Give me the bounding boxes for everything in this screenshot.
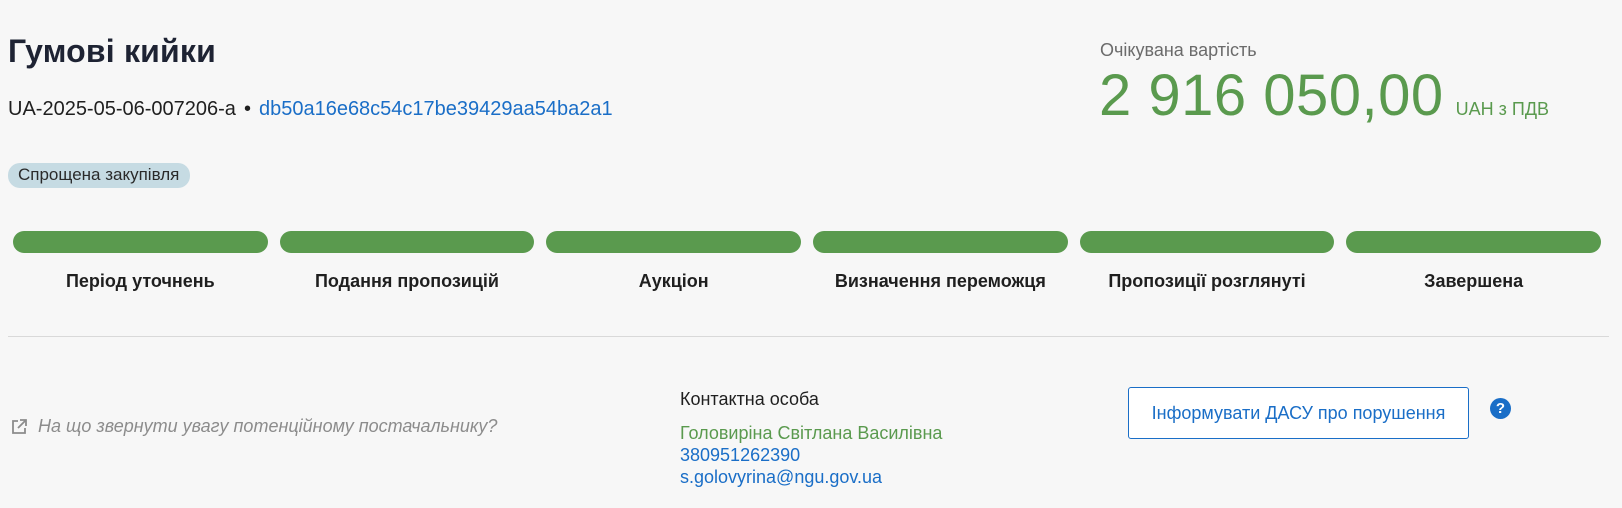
step-progress-bar: [1079, 231, 1335, 253]
contact-phone-link[interactable]: 380951262390: [680, 444, 942, 466]
step-label: Завершена: [1424, 271, 1524, 291]
external-link-icon: [10, 418, 28, 436]
contact-person: Контактна особа Головиріна Світлана Васи…: [680, 389, 942, 488]
step-label: Аукціон: [638, 271, 709, 291]
step-bid-submission: Подання пропозицій: [279, 231, 535, 292]
supplier-advice-text: На що звернути увагу потенційному постач…: [38, 416, 498, 436]
expected-value-amount: 2 916 050,00: [1099, 63, 1444, 128]
contact-email-link[interactable]: s.golovyrina@ngu.gov.ua: [680, 466, 942, 488]
expected-value-label: Очікувана вартість: [1100, 40, 1257, 60]
step-label: Пропозиції розглянуті: [1108, 271, 1306, 291]
step-winner-determination: Визначення переможця: [813, 231, 1068, 292]
step-completed: Завершена: [1346, 231, 1602, 292]
tender-id: UA-2025-05-06-007206-a: [8, 98, 236, 120]
contact-title: Контактна особа: [680, 389, 819, 409]
step-label: Подання пропозицій: [314, 271, 500, 291]
supplier-advice-link[interactable]: На що звернути увагу потенційному постач…: [10, 416, 497, 437]
tender-hash-link[interactable]: db50a16e68c54c17be39429aa54ba2a1: [259, 98, 613, 120]
report-violation-button[interactable]: Інформувати ДАСУ про порушення: [1128, 387, 1469, 439]
contact-name: Головиріна Світлана Василівна: [680, 423, 943, 443]
step-clarification-period: Період уточнень: [13, 231, 268, 292]
step-progress-bar: [1346, 231, 1602, 253]
step-label: Період уточнень: [65, 271, 215, 291]
help-icon[interactable]: ?: [1490, 398, 1511, 419]
step-auction: Аукціон: [546, 231, 802, 292]
expected-value-currency: UAH з ПДВ: [1455, 99, 1550, 119]
section-divider: [8, 336, 1609, 337]
step-progress-bar: [13, 231, 268, 253]
step-progress-bar: [546, 231, 802, 253]
tender-identifiers: UA-2025-05-06-007206-a • db50a16e68c54c17b…: [8, 98, 613, 121]
step-label: Визначення переможця: [834, 271, 1046, 291]
id-separator: •: [243, 98, 251, 120]
status-stepper: Період уточнень Подання пропозицій Аукці…: [13, 231, 1602, 292]
expected-value: 2 916 050,00 UAH з ПДВ: [1099, 62, 1549, 129]
step-progress-bar: [813, 231, 1068, 253]
step-progress-bar: [279, 231, 535, 253]
procedure-type-badge: Спрощена закупівля: [8, 163, 191, 188]
tender-page: Гумові кийки UA-2025-05-06-007206-a • db50…: [0, 0, 1622, 508]
step-bids-reviewed: Пропозиції розглянуті: [1079, 231, 1335, 292]
tender-title: Гумові кийки: [8, 33, 216, 69]
